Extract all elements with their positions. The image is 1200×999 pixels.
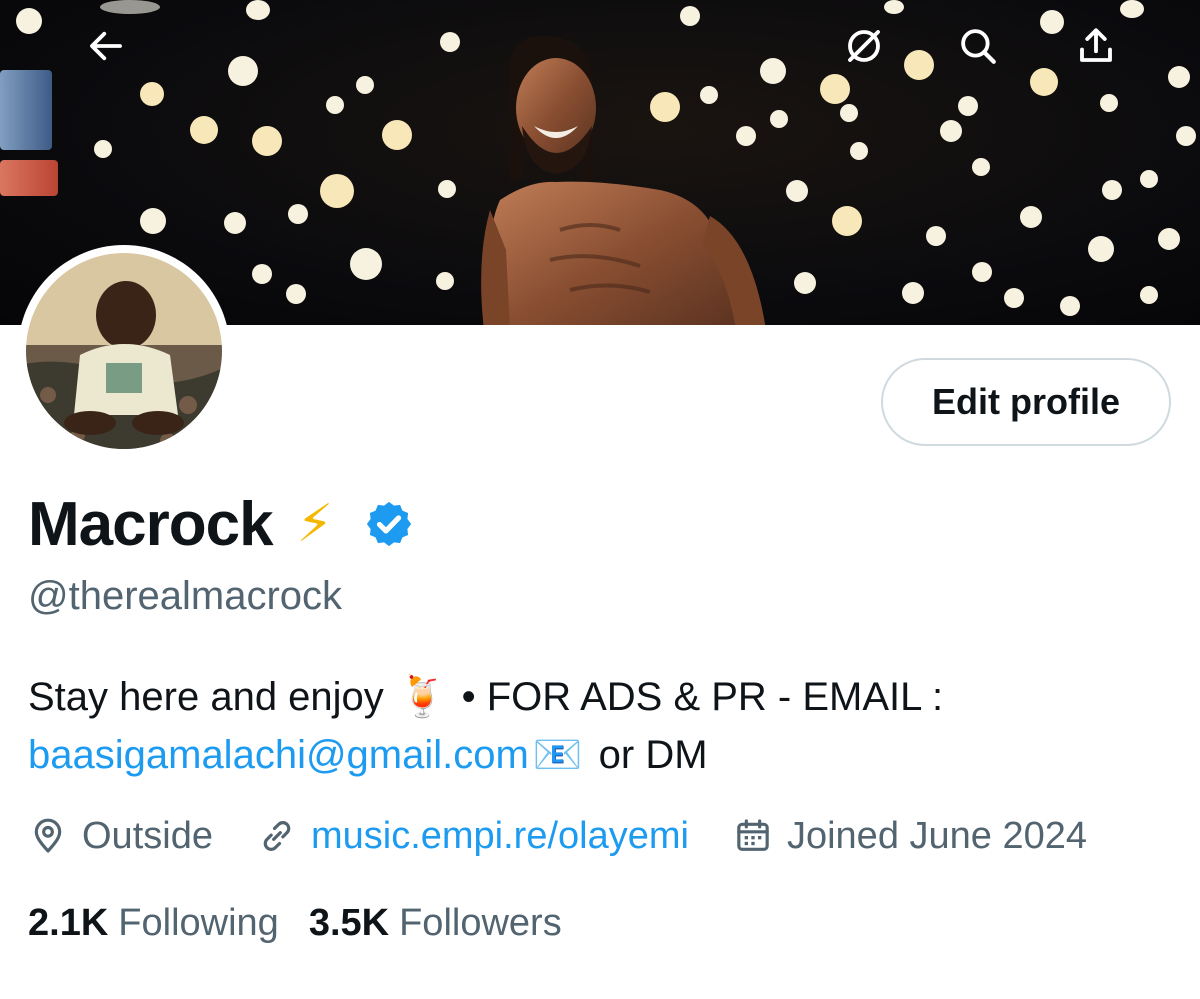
edit-profile-button[interactable]: Edit profile bbox=[881, 358, 1171, 446]
website-item[interactable]: music.empi.re/olayemi bbox=[257, 815, 689, 858]
following-count: 2.1K bbox=[28, 901, 109, 944]
bokeh-light bbox=[320, 174, 354, 208]
search-icon[interactable] bbox=[956, 24, 1000, 68]
user-handle: @therealmacrock bbox=[28, 574, 343, 618]
share-icon[interactable] bbox=[1074, 24, 1118, 68]
bio: Stay here and enjoy 🍹 • FOR ADS & PR - E… bbox=[28, 668, 1178, 784]
location-pin-icon bbox=[34, 818, 62, 853]
bokeh-light bbox=[228, 56, 258, 86]
display-name: Macrock bbox=[28, 489, 274, 559]
banner-performer-photo bbox=[481, 35, 766, 325]
bokeh-light bbox=[832, 206, 862, 236]
follow-stats: 2.1K Following 3.5K Followers bbox=[28, 897, 592, 949]
bokeh-light bbox=[1168, 66, 1190, 88]
bokeh-light bbox=[884, 0, 904, 14]
bokeh-light bbox=[1140, 170, 1158, 188]
bokeh-light bbox=[1176, 126, 1196, 146]
bokeh-light bbox=[1030, 68, 1058, 96]
bokeh-light bbox=[252, 126, 282, 156]
bokeh-light bbox=[100, 0, 160, 14]
bokeh-light bbox=[1140, 286, 1158, 304]
link-icon bbox=[263, 821, 291, 851]
bio-text: Stay here and enjoy bbox=[28, 675, 384, 719]
bokeh-light bbox=[1040, 10, 1064, 34]
lightning-emoji: ⚡ bbox=[296, 495, 334, 553]
bokeh-light bbox=[224, 212, 246, 234]
bokeh-light bbox=[190, 116, 218, 144]
bokeh-light bbox=[140, 208, 166, 234]
bokeh-light bbox=[972, 262, 992, 282]
bokeh-light bbox=[1102, 180, 1122, 200]
bokeh-light bbox=[904, 50, 934, 80]
bio-line-1: Stay here and enjoy 🍹 • FOR ADS & PR - E… bbox=[28, 668, 1178, 726]
cocktail-emoji: 🍹 bbox=[397, 675, 448, 719]
bokeh-light bbox=[680, 6, 700, 26]
bokeh-light bbox=[1120, 0, 1144, 18]
bokeh-light bbox=[850, 142, 868, 160]
profile-meta: Outside music.empi.re/olayemi Joined Jun… bbox=[28, 810, 1087, 862]
joined-text: Joined June 2024 bbox=[786, 814, 1087, 857]
bokeh-light bbox=[1060, 296, 1080, 316]
bokeh-light bbox=[902, 282, 924, 304]
avatar-photo bbox=[26, 253, 222, 449]
avatar[interactable] bbox=[18, 245, 230, 457]
bokeh-light bbox=[350, 248, 382, 280]
stage-light bbox=[0, 70, 52, 150]
following-label: Following bbox=[118, 901, 279, 944]
stage-light bbox=[0, 160, 58, 196]
bokeh-light bbox=[940, 120, 962, 142]
display-name-row: Macrock ⚡ bbox=[28, 486, 415, 562]
bokeh-light bbox=[252, 264, 272, 284]
bokeh-light bbox=[246, 0, 270, 20]
bokeh-light bbox=[16, 8, 42, 34]
bokeh-light bbox=[94, 140, 112, 158]
bokeh-light bbox=[356, 76, 374, 94]
bokeh-light bbox=[1088, 236, 1114, 262]
bokeh-light bbox=[286, 284, 306, 304]
calendar-icon bbox=[737, 819, 769, 851]
bio-email-link[interactable]: baasigamalachi@gmail.com bbox=[28, 726, 529, 784]
envelope-emoji: 📧 bbox=[532, 733, 583, 777]
grok-icon[interactable] bbox=[842, 24, 886, 68]
bokeh-light bbox=[1158, 228, 1180, 250]
location-item: Outside bbox=[28, 815, 213, 858]
followers-count: 3.5K bbox=[308, 901, 390, 944]
bokeh-light bbox=[820, 74, 850, 104]
back-arrow-icon[interactable] bbox=[84, 24, 128, 68]
verified-badge-icon[interactable] bbox=[363, 498, 415, 550]
bokeh-light bbox=[440, 32, 460, 52]
bokeh-light bbox=[326, 96, 344, 114]
bokeh-light bbox=[840, 104, 858, 122]
following-stat[interactable]: 2.1K Following bbox=[28, 902, 279, 945]
bokeh-light bbox=[1100, 94, 1118, 112]
followers-label: Followers bbox=[399, 901, 562, 944]
joined-item: Joined June 2024 bbox=[733, 815, 1087, 858]
website-link[interactable]: music.empi.re/olayemi bbox=[311, 815, 689, 858]
bokeh-light bbox=[926, 226, 946, 246]
location-text: Outside bbox=[82, 814, 213, 857]
bokeh-light bbox=[1004, 288, 1024, 308]
bokeh-light bbox=[140, 82, 164, 106]
bio-text: or DM bbox=[598, 733, 708, 777]
bokeh-light bbox=[1020, 206, 1042, 228]
followers-stat[interactable]: 3.5K Followers bbox=[309, 902, 562, 945]
bokeh-light bbox=[382, 120, 412, 150]
bokeh-light bbox=[972, 158, 990, 176]
bio-line-2: baasigamalachi@gmail.com 📧 or DM bbox=[28, 726, 1178, 784]
bokeh-light bbox=[288, 204, 308, 224]
bokeh-light bbox=[436, 272, 454, 290]
bokeh-light bbox=[438, 180, 456, 198]
bio-text: • FOR ADS & PR - EMAIL : bbox=[461, 675, 944, 719]
bokeh-light bbox=[958, 96, 978, 116]
